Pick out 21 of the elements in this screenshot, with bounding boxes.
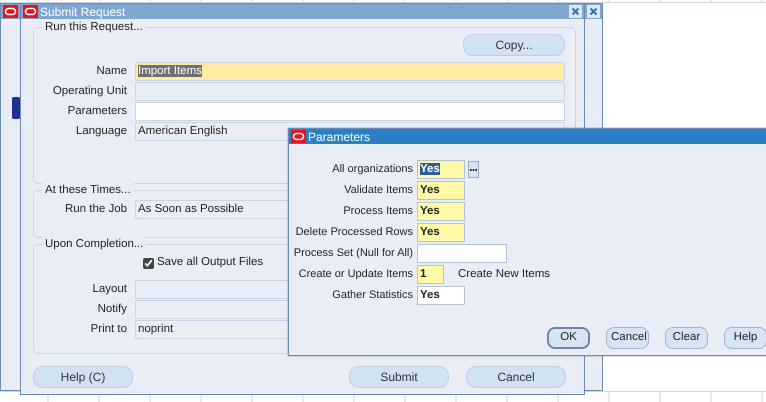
- field-label: Print to: [90, 322, 128, 337]
- window-title: Submit Request: [40, 4, 126, 18]
- field-label: Gather Statistics: [331, 288, 414, 304]
- window-title: Parameters: [308, 130, 370, 144]
- field-label: Name: [95, 64, 128, 79]
- field-label: Parameters: [66, 104, 128, 119]
- field-label: Run the Job: [64, 202, 128, 217]
- section-title: Upon Completion...: [42, 237, 146, 251]
- section-title: Run this Request...: [42, 20, 146, 34]
- field-label: Process Items: [342, 204, 414, 220]
- field-label: Layout: [91, 282, 128, 297]
- field-label: Create or Update Items: [298, 267, 414, 282]
- field-label: Validate Items: [343, 183, 414, 198]
- field-label: Notify: [96, 302, 128, 317]
- field-note: Create New Items: [458, 266, 550, 282]
- field-label: Language: [74, 124, 128, 139]
- checkbox-label: Save all Output Files: [157, 255, 264, 270]
- field-label: All organizations: [331, 162, 414, 178]
- field-label: Delete Processed Rows: [294, 225, 414, 240]
- field-label: Operating Unit: [52, 84, 128, 99]
- field-label: Process Set (Null for All): [292, 246, 414, 262]
